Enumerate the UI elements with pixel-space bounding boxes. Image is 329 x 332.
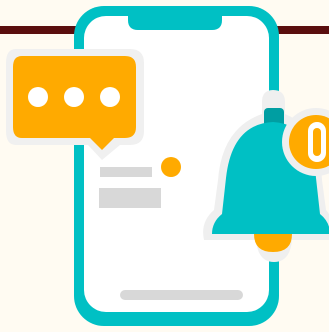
unread-dot-icon (161, 157, 181, 177)
chat-dot-icon (28, 87, 48, 107)
illustration-canvas (0, 6, 329, 326)
home-indicator (120, 290, 243, 300)
phone-notch (128, 16, 222, 30)
chat-dot-icon (100, 87, 120, 107)
chat-dot-icon (64, 87, 84, 107)
chat-bubble-icon (6, 49, 144, 160)
text-placeholder-line-2 (99, 188, 161, 208)
notification-illustration (0, 0, 329, 332)
badge-mark-inner (313, 128, 321, 156)
text-placeholder-line-1 (100, 167, 152, 177)
